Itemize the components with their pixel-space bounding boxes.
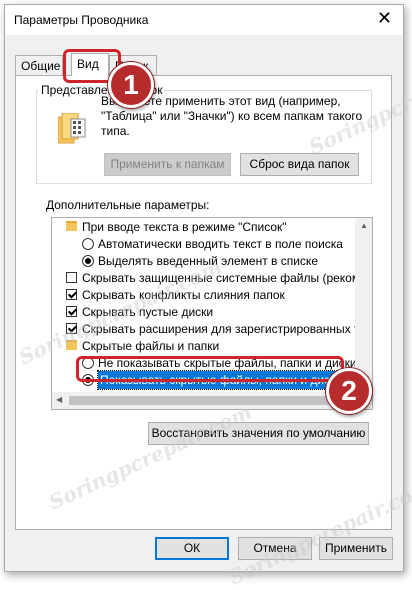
radio-auto-search[interactable] [82,238,94,250]
restore-defaults-button[interactable]: Восстановить значения по умолчанию [148,422,369,445]
vertical-scrollbar[interactable]: ▲ ▼ [355,218,372,392]
checkbox-hide-empty-drives[interactable] [66,306,77,317]
reset-folders-button[interactable]: Сброс вида папок [240,153,359,176]
scroll-up-icon[interactable]: ▲ [360,221,368,230]
folder-views-icon [57,112,88,147]
cancel-button[interactable]: Отмена [238,537,312,560]
advanced-settings-label: Дополнительные параметры: [46,198,210,212]
ok-button[interactable]: ОК [155,537,229,560]
horizontal-scroll-thumb[interactable] [69,396,335,405]
step-2-badge: 2 [326,368,372,414]
folder-icon [66,221,77,231]
close-icon[interactable]: ✕ [377,8,392,29]
tab-general[interactable]: Общие [15,55,63,75]
checkbox-hide-protected[interactable] [66,272,77,283]
apply-to-folders-button[interactable]: Применить к папкам [104,153,231,176]
scroll-left-icon[interactable]: ◀ [56,395,62,404]
step-1-badge: 1 [108,62,154,108]
window-title: Параметры Проводника [14,13,149,27]
title-bar: Параметры Проводника ✕ [5,5,403,35]
show-hidden-highlight [76,356,344,382]
radio-select-typed[interactable] [82,255,94,267]
folder-options-window: Параметры Проводника ✕ Общие Вид Поиск П… [4,4,404,572]
checkbox-hide-extensions[interactable] [66,323,77,334]
apply-button[interactable]: Применить [319,537,393,560]
horizontal-scrollbar[interactable]: ◀ ▶ [52,392,355,409]
folder-icon [66,340,77,350]
checkbox-hide-merge-conflicts[interactable] [66,289,77,300]
folder-views-group: Представление папок Вы можете применить … [36,83,372,184]
